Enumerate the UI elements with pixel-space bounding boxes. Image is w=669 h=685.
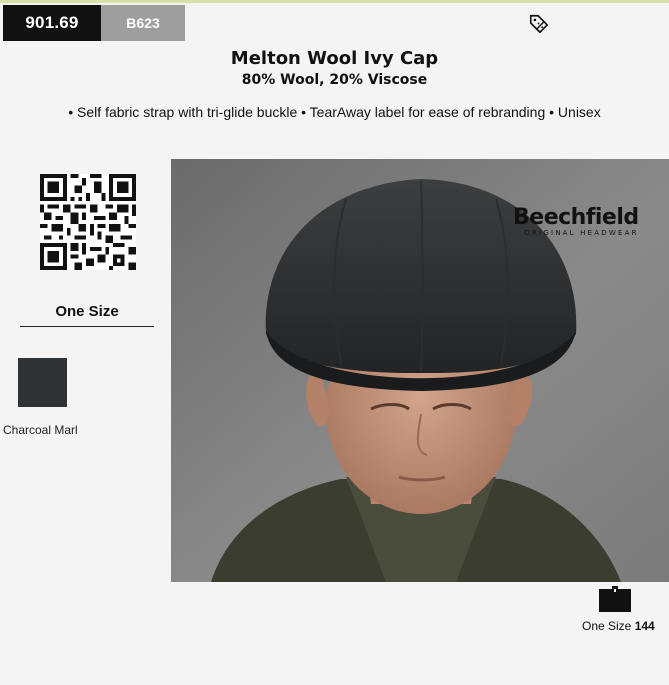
pack-quantity: One Size 144 (582, 619, 655, 633)
product-features: • Self fabric strap with tri-glide buckl… (68, 104, 601, 120)
brand-logo: Beechfield ORIGINAL HEADWEAR (513, 205, 639, 238)
brand-logo-tagline: ORIGINAL HEADWEAR (524, 229, 639, 237)
discount-tag-icon (529, 14, 549, 34)
pack-size-label: One Size (582, 619, 632, 633)
product-heading: Melton Wool Ivy Cap 80% Wool, 20% Viscos… (0, 48, 669, 89)
colour-name: Charcoal Marl (3, 423, 78, 437)
brand-logo-name: Beechfield (513, 205, 639, 230)
size-label: One Size (55, 303, 119, 320)
product-title: Melton Wool Ivy Cap (230, 48, 439, 69)
colour-swatch-charcoal-marl[interactable] (18, 358, 67, 407)
pack-quantity-value: 144 (634, 619, 655, 633)
size-divider (20, 326, 154, 327)
brand-code-badge: B623 (101, 5, 185, 41)
product-code-badge: 901.69 (3, 5, 101, 41)
top-accent-line (0, 0, 669, 3)
carton-icon (599, 586, 631, 612)
product-composition: 80% Wool, 20% Viscose (241, 72, 428, 88)
qr-code (40, 174, 136, 270)
